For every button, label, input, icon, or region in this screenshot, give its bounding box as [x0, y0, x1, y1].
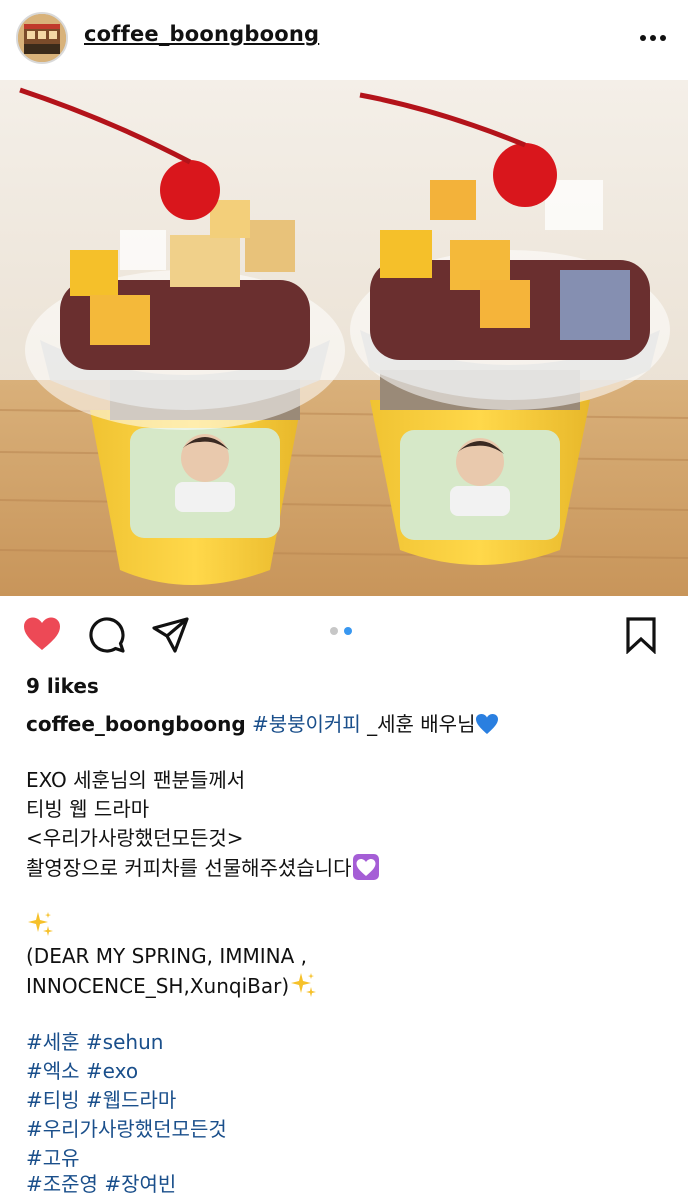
comment-icon[interactable] — [88, 616, 126, 654]
thanks-line-1: (DEAR MY SPRING, IMMINA , — [26, 944, 307, 968]
carousel-dot — [330, 627, 338, 635]
thanks-line-2-wrap: INNOCENCE_SH,XunqiBar) — [26, 971, 317, 1000]
heart-icon[interactable] — [22, 616, 62, 652]
like-count[interactable]: 9 likes — [26, 674, 99, 698]
caption-username[interactable]: coffee_boongboong — [26, 712, 246, 736]
avatar[interactable] — [16, 12, 68, 64]
caption-line-4-wrap: 촬영장으로 커피차를 선물해주셨습니다 — [26, 853, 380, 882]
post-image[interactable] — [0, 80, 688, 596]
more-icon[interactable] — [636, 26, 670, 50]
hashtag-line-5[interactable]: #고유 — [26, 1144, 80, 1172]
hashtag-line-1[interactable]: #세훈 #sehun — [26, 1028, 163, 1056]
bookmark-icon[interactable] — [624, 616, 658, 655]
share-icon[interactable] — [152, 616, 190, 654]
caption-line-1: EXO 세훈님의 팬분들께서 — [26, 768, 246, 792]
caption-line-4: 촬영장으로 커피차를 선물해주셨습니다 — [26, 856, 352, 880]
post-username[interactable]: coffee_boongboong — [84, 22, 319, 46]
hashtag-line-6[interactable]: #조준영 #장여빈 — [26, 1170, 176, 1198]
sparkle-line — [26, 910, 54, 939]
sparkles-icon — [291, 973, 317, 997]
blue-heart-icon — [476, 714, 499, 734]
thanks-line-2: INNOCENCE_SH,XunqiBar) — [26, 974, 290, 998]
caption-header: coffee_boongboong #붕붕이커피 _세훈 배우님 — [26, 710, 499, 738]
hashtag-line-2[interactable]: #엑소 #exo — [26, 1057, 138, 1085]
carousel-dot-active — [344, 627, 352, 635]
post-header: coffee_boongboong — [0, 0, 688, 78]
sparkles-icon — [28, 912, 53, 936]
caption-text: _세훈 배우님 — [360, 712, 476, 736]
carousel-indicator — [330, 627, 352, 635]
caption-line-3: <우리가사랑했던모든것> — [26, 826, 244, 850]
hashtag-link[interactable]: #붕붕이커피 — [252, 712, 361, 736]
caption-line-2: 티빙 웹 드라마 — [26, 797, 150, 821]
hashtag-line-4[interactable]: #우리가사랑했던모든것 — [26, 1115, 227, 1143]
hashtag-line-3[interactable]: #티빙 #웹드라마 — [26, 1086, 176, 1114]
purple-heart-icon — [352, 854, 379, 880]
